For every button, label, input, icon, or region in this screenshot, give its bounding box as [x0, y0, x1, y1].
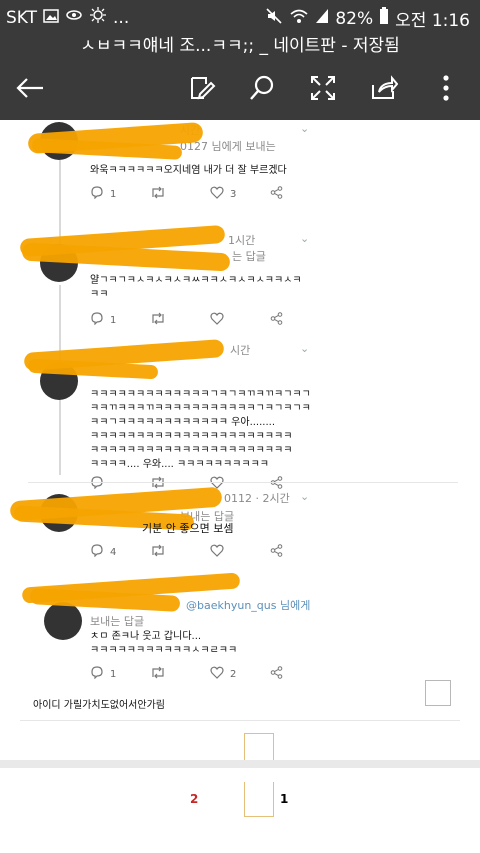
tweet-time: 1시간	[228, 234, 256, 247]
reply-count: 4	[110, 546, 117, 558]
reply-count: 1	[110, 188, 117, 200]
page-tab-outline	[244, 782, 274, 817]
tweet-reply-to-suffix: 보내는 답글	[90, 615, 145, 628]
page-tab-outline	[244, 733, 274, 762]
edit-icon	[188, 74, 216, 106]
tweet-time: 시간	[230, 344, 251, 357]
tweet-text: 기분 안 좋으면 보셈	[142, 522, 234, 535]
back-arrow-icon	[15, 76, 45, 104]
reply-icon	[90, 544, 104, 560]
tweet-reply-to: 는 답글	[232, 250, 266, 263]
share-nodes-icon	[270, 312, 283, 328]
chevron-down-icon[interactable]: ⌄	[300, 490, 309, 503]
page-link-current[interactable]: 1	[280, 792, 288, 806]
search-icon	[248, 74, 276, 106]
pagination: 2 1	[0, 760, 480, 853]
like-action[interactable]: 2	[210, 666, 270, 682]
share-icon	[370, 75, 399, 105]
heart-icon	[210, 544, 224, 560]
battery-icon	[379, 7, 389, 30]
mute-icon	[265, 7, 283, 30]
viewer-toolbar	[0, 60, 480, 120]
like-count: 3	[230, 188, 237, 200]
tweet-text: 얄ㄱㅋㄱㅋㅅㅋㅅㅋㅅㅋㅆㅋㅋㅅㅋㅅㅋㅅㅋㅋㅅㅋ ㅋㅋ	[90, 275, 302, 300]
reply-icon	[90, 312, 104, 328]
tweet-text: ㅊㅁ 존ㅋ나 웃고 갑니다... ㅋㅋㅋㅋㅋㅋㅋㅋㅋㅋㅋㅅㅋㄹㅋㅋ	[90, 631, 238, 656]
share-action[interactable]	[270, 312, 330, 328]
clock: 오전 1:16	[395, 11, 470, 31]
reply-icon	[90, 186, 104, 202]
edit-button[interactable]	[184, 72, 220, 108]
retweet-icon	[150, 544, 166, 560]
share-nodes-icon	[270, 544, 283, 560]
tweet-actions: 4	[90, 544, 330, 560]
retweet-icon	[150, 186, 166, 202]
fullscreen-icon	[310, 75, 336, 105]
like-action[interactable]: 3	[210, 186, 270, 202]
heart-icon	[210, 666, 224, 682]
like-action[interactable]	[210, 544, 270, 560]
post-caption: 아이디 가릴가치도없어서안가림	[33, 700, 165, 711]
search-button[interactable]	[244, 72, 280, 108]
share-action[interactable]	[270, 666, 330, 682]
sync-icon	[65, 7, 83, 28]
gallery-icon	[43, 8, 59, 28]
fullscreen-button[interactable]	[305, 72, 341, 108]
retweet-action[interactable]	[150, 666, 210, 682]
divider	[28, 482, 458, 483]
retweet-icon	[150, 666, 166, 682]
brightness-icon	[89, 6, 107, 29]
more-options-button[interactable]	[428, 72, 464, 108]
page-separator	[0, 760, 480, 768]
heart-icon	[210, 186, 224, 202]
like-count: 2	[230, 668, 237, 680]
back-button[interactable]	[12, 72, 48, 108]
tweet-time: 0112 · 2시간	[224, 492, 290, 505]
more-vert-icon	[442, 75, 450, 105]
retweet-action[interactable]	[150, 186, 210, 202]
reply-action[interactable]	[90, 476, 150, 492]
reply-count: 1	[110, 668, 117, 680]
reply-count: 1	[110, 314, 117, 326]
retweet-action[interactable]	[150, 544, 210, 560]
chevron-down-icon[interactable]: ⌄	[300, 232, 309, 245]
status-bar: SKT ... 82% 오전 1:16	[0, 0, 480, 33]
tweet-actions: 1 2	[90, 666, 330, 682]
share-nodes-icon	[270, 186, 283, 202]
battery-percent: 82%	[335, 8, 374, 29]
document-title: ㅅㅂㅋㅋ얘네 조...ㅋㅋ;; _ 네이트판 - 저장됨	[0, 33, 480, 60]
avatar	[44, 602, 82, 640]
divider	[20, 720, 460, 721]
share-action[interactable]	[270, 544, 330, 560]
reply-action[interactable]: 1	[90, 666, 150, 682]
reply-action[interactable]: 1	[90, 186, 150, 202]
more-notifications-label: ...	[113, 7, 130, 28]
tweet-text: ㅋㅋㅋㅋㅋㅋㅋㅋㅋㅋㅋㅋㅋㄱㅋㄱㅋㄲㅋㄲㅋㄱㅋㄱ ㅋㅋㄲㅋㅋㅋㄲㅋㅋㅋㅋㅋㅋㅋㅋ…	[90, 389, 311, 470]
wifi-icon	[289, 8, 309, 29]
heart-icon	[210, 312, 224, 328]
page-link-prev[interactable]: 2	[190, 792, 198, 806]
reply-action[interactable]: 4	[90, 544, 150, 560]
share-nodes-icon	[270, 666, 283, 682]
tweet-actions: 1 3	[90, 186, 330, 202]
tweet-actions: 1	[90, 312, 330, 328]
reply-icon	[90, 666, 104, 682]
reply-icon	[90, 476, 104, 492]
select-checkbox[interactable]	[425, 680, 451, 706]
chevron-down-icon[interactable]: ⌄	[300, 122, 309, 135]
like-action[interactable]	[210, 312, 270, 328]
tweet-text: 와욱ㅋㅋㅋㅋㅋㅋ오지네염 내가 더 잘 부르겠다	[90, 165, 287, 176]
tweet-reply-to[interactable]: @baekhyun_qus 님에게	[186, 597, 310, 613]
document-page: 시간 0127 님에게 보내는 ⌄ 와욱ㅋㅋㅋㅋㅋㅋ오지네염 내가 더 잘 부르…	[0, 120, 480, 760]
signal-icon	[315, 8, 329, 29]
carrier-label: SKT	[6, 7, 38, 28]
share-action[interactable]	[270, 186, 330, 202]
share-button[interactable]	[366, 72, 402, 108]
retweet-icon	[150, 312, 166, 328]
chevron-down-icon[interactable]: ⌄	[300, 342, 309, 355]
retweet-action[interactable]	[150, 312, 210, 328]
reply-action[interactable]: 1	[90, 312, 150, 328]
